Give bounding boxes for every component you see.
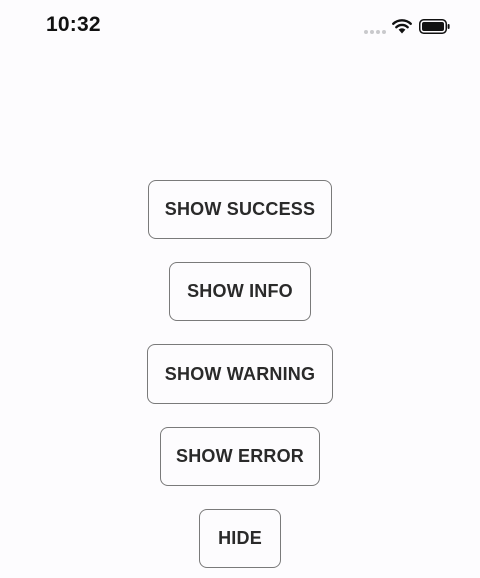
show-error-button[interactable]: SHOW ERROR [160,427,320,486]
signal-dots-icon [364,30,386,34]
status-bar: 10:32 [0,0,480,54]
wifi-icon [392,19,412,34]
status-time: 10:32 [46,13,101,36]
show-warning-button[interactable]: SHOW WARNING [147,344,333,404]
hide-button[interactable]: HIDE [199,509,281,568]
show-success-button[interactable]: SHOW SUCCESS [148,180,332,239]
battery-icon [419,19,450,34]
show-info-button[interactable]: SHOW INFO [169,262,311,321]
